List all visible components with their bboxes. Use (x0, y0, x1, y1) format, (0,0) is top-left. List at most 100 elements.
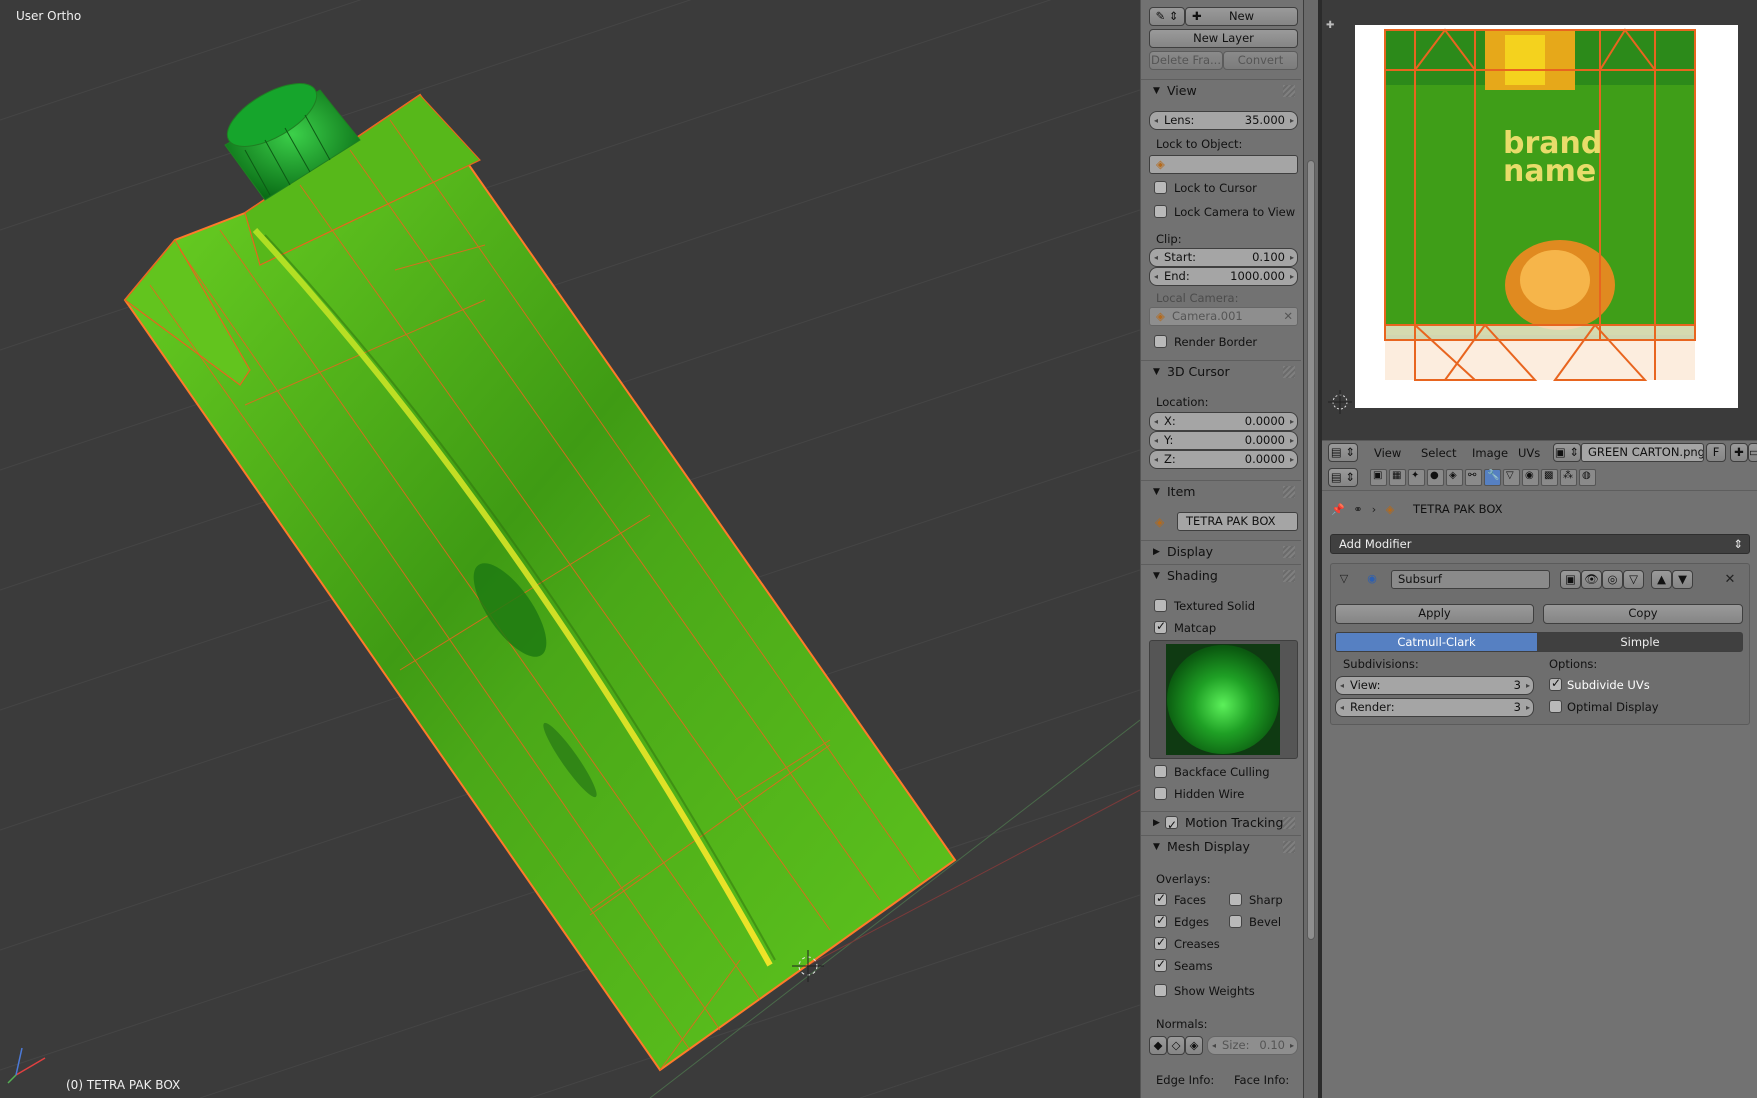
open-image-icon[interactable]: ▭ (1748, 443, 1757, 462)
apply-button[interactable]: Apply (1335, 604, 1534, 624)
item-name-field[interactable]: TETRA PAK BOX (1177, 512, 1298, 531)
show-weights-checkbox[interactable] (1154, 984, 1167, 997)
pin-icon[interactable]: 📌 (1330, 502, 1346, 518)
props-editor-type-icon[interactable]: ▤ ⇕ (1328, 468, 1358, 487)
viewport-scene[interactable] (0, 0, 1140, 1098)
clip-end-field[interactable]: ◂ End: 1000.000 ▸ (1149, 267, 1298, 286)
seams-checkbox[interactable] (1154, 957, 1167, 972)
bevel-label: Bevel (1249, 915, 1282, 929)
image-browse-icon[interactable]: ▣ ⇕ (1553, 443, 1581, 462)
fake-user-button[interactable]: F (1706, 443, 1726, 462)
new-image-icon[interactable]: ✚ (1730, 443, 1748, 462)
edge-info-label: Edge Info: (1156, 1073, 1215, 1087)
3d-viewport[interactable]: User Ortho (0) TETRA PAK BOX (0, 0, 1140, 1098)
tab-scene[interactable]: ✦ (1408, 469, 1425, 486)
new-grease-button[interactable]: ✚ New (1185, 7, 1298, 26)
menu-select[interactable]: Select (1421, 446, 1456, 460)
tab-object[interactable]: ◈ (1446, 469, 1463, 486)
tab-texture[interactable]: ▩ (1541, 469, 1558, 486)
show-render-icon[interactable]: ◎ (1602, 570, 1623, 589)
bevel-checkbox[interactable] (1229, 915, 1242, 928)
render-border-checkbox[interactable] (1154, 335, 1167, 348)
lens-field[interactable]: ◂ Lens: 35.000 ▸ (1149, 111, 1298, 130)
tab-particles[interactable]: ⁂ (1560, 469, 1577, 486)
item-panel-header[interactable]: ▼ Item (1141, 480, 1301, 502)
shading-panel-header[interactable]: ▼ Shading (1141, 564, 1301, 586)
tab-constraints[interactable]: ⚯ (1465, 469, 1482, 486)
cursor-panel-header[interactable]: ▼ 3D Cursor (1141, 360, 1301, 382)
editor-type-icon[interactable]: ▤ ⇕ (1328, 443, 1358, 462)
sharp-checkbox[interactable] (1229, 893, 1242, 906)
tab-physics[interactable]: ◍ (1579, 469, 1596, 486)
modifier-name-field[interactable]: Subsurf (1391, 570, 1550, 589)
menu-uvs[interactable]: UVs (1518, 446, 1540, 460)
lock-object-field[interactable]: ◈ (1149, 155, 1298, 174)
tab-render-layers[interactable]: ▦ (1389, 469, 1406, 486)
edges-checkbox[interactable] (1154, 913, 1167, 928)
faces-checkbox[interactable] (1154, 891, 1167, 906)
uv-image-editor[interactable]: ✚ brand name (1322, 0, 1757, 440)
collapse-chevron-icon[interactable]: ▽ (1336, 571, 1352, 587)
show-in-edit-icon[interactable]: ▣ (1560, 570, 1581, 589)
add-modifier-dropdown[interactable]: Add Modifier ⇕ (1330, 534, 1750, 554)
grease-pencil-icon[interactable]: ✎ ⇕ (1149, 7, 1185, 26)
subdiv-render-field[interactable]: ◂ Render: 3 ▸ (1335, 698, 1534, 717)
new-layer-button[interactable]: New Layer (1149, 29, 1298, 48)
delete-frame-button[interactable]: Delete Fra... (1149, 51, 1223, 70)
tab-data[interactable]: ▽ (1503, 469, 1520, 486)
lock-camera-checkbox[interactable] (1154, 205, 1167, 218)
cursor-y-field[interactable]: ◂ Y: 0.0000 ▸ (1149, 431, 1298, 450)
show-viewport-icon[interactable]: 👁 (1581, 570, 1602, 589)
move-down-icon[interactable]: ▼ (1672, 570, 1693, 589)
backface-culling-checkbox[interactable] (1154, 765, 1167, 778)
motion-tracking-panel-header[interactable]: ▶Motion Tracking (1141, 811, 1301, 836)
vertex-normals-icon[interactable]: ◆ (1149, 1036, 1167, 1055)
image-name-field[interactable]: GREEN CARTON.png (1581, 443, 1704, 462)
creases-checkbox[interactable] (1154, 935, 1167, 950)
lock-to-cursor-checkbox[interactable] (1154, 181, 1167, 194)
tab-world[interactable]: ● (1427, 469, 1444, 486)
creases-label: Creases (1174, 937, 1220, 951)
motion-tracking-checkbox[interactable] (1165, 814, 1178, 836)
cursor-x-field[interactable]: ◂ X: 0.0000 ▸ (1149, 412, 1298, 431)
seams-label: Seams (1174, 959, 1213, 973)
tab-material[interactable]: ◉ (1522, 469, 1539, 486)
loop-normals-icon[interactable]: ◇ (1167, 1036, 1185, 1055)
sharp-label: Sharp (1249, 893, 1283, 907)
textured-solid-checkbox[interactable] (1154, 599, 1167, 612)
menu-view[interactable]: View (1374, 446, 1401, 460)
face-normals-icon[interactable]: ◈ (1185, 1036, 1203, 1055)
remove-modifier-icon[interactable]: ✕ (1722, 572, 1738, 588)
properties-shelf: ✎ ⇕ ✚ New New Layer Delete Fra... Convert… (1140, 0, 1303, 1098)
clip-start-field[interactable]: ◂ Start: 0.100 ▸ (1149, 248, 1298, 267)
matcap-preview[interactable] (1149, 640, 1298, 759)
display-panel-header[interactable]: ▶ Display (1141, 540, 1301, 562)
catmull-clark-button[interactable]: Catmull-Clark (1335, 632, 1538, 652)
copy-button[interactable]: Copy (1543, 604, 1743, 624)
tab-render[interactable]: ▣ (1370, 469, 1387, 486)
convert-button[interactable]: Convert (1223, 51, 1298, 70)
scrollbar-thumb[interactable] (1307, 160, 1315, 940)
2d-cursor-icon[interactable] (1328, 390, 1352, 414)
optimal-display-checkbox[interactable] (1549, 700, 1562, 713)
view-panel-header[interactable]: ▼ View (1141, 79, 1301, 101)
uv-texture-canvas[interactable]: brand name (1355, 25, 1738, 408)
mesh-display-panel-header[interactable]: ▼ Mesh Display (1141, 835, 1301, 857)
tab-modifiers[interactable]: 🔧 (1484, 469, 1501, 486)
move-up-icon[interactable]: ▲ (1651, 570, 1672, 589)
local-camera-field[interactable]: ◈ Camera.001 ✕ (1149, 307, 1298, 326)
cursor-z-field[interactable]: ◂ Z: 0.0000 ▸ (1149, 450, 1298, 469)
tetra-pak-mesh[interactable] (123, 93, 957, 1072)
menu-image[interactable]: Image (1472, 446, 1508, 460)
matcap-checkbox[interactable] (1154, 619, 1167, 634)
on-cage-icon[interactable]: ▽ (1623, 570, 1644, 589)
clear-icon[interactable]: ✕ (1283, 308, 1293, 325)
subdivide-uvs-checkbox[interactable] (1549, 676, 1562, 691)
faces-label: Faces (1174, 893, 1206, 907)
properties-editor: ▤ ⇕ ▣ ▦ ✦ ● ◈ ⚯ 🔧 ▽ ◉ ▩ ⁂ ◍ 📌 ⚭ › ◈ TETR… (1322, 464, 1757, 1098)
area-corner-icon[interactable]: ✚ (1326, 20, 1334, 31)
simple-button[interactable]: Simple (1537, 632, 1743, 652)
normal-size-field[interactable]: ◂ Size: 0.10 ▸ (1207, 1036, 1298, 1055)
hidden-wire-checkbox[interactable] (1154, 787, 1167, 800)
subdiv-view-field[interactable]: ◂ View: 3 ▸ (1335, 676, 1534, 695)
